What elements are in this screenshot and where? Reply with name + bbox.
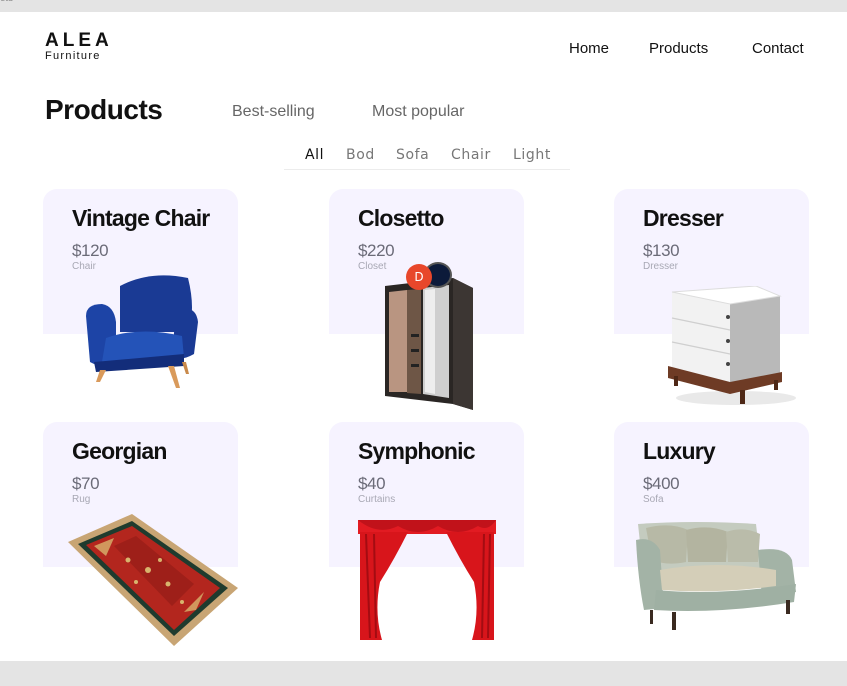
armchair-icon[interactable] (80, 270, 200, 394)
product-price: $120 (72, 241, 109, 260)
filter-bod[interactable]: Bod (346, 147, 375, 163)
product-category: Curtains (358, 494, 396, 505)
window-top-strip: cts (0, 0, 847, 12)
product-category: Rug (72, 494, 91, 505)
window-bottom-strip (0, 661, 847, 686)
user-avatar-overlay[interactable]: D (406, 262, 456, 290)
brand-logo[interactable]: ALEA Furniture (45, 31, 113, 62)
nav-home-link[interactable]: Home (569, 40, 609, 57)
product-name: Symphonic (358, 438, 476, 464)
category-filter-bar: All Bod Sofa Chair Light (284, 146, 570, 170)
product-price: $220 (358, 241, 395, 260)
rug-icon[interactable] (64, 512, 240, 648)
filter-all[interactable]: All (305, 147, 324, 163)
page: ALEA Furniture Home Products Contact Pro… (0, 12, 847, 661)
product-price: $400 (643, 474, 680, 493)
filter-chair[interactable]: Chair (451, 147, 491, 163)
curtains-icon[interactable] (358, 520, 496, 642)
product-name: Dresser (643, 205, 724, 231)
brand-name: ALEA (45, 30, 113, 51)
product-name: Closetto (358, 205, 444, 231)
tab-most-popular[interactable]: Most popular (372, 103, 465, 121)
brand-tagline: Furniture (45, 50, 101, 62)
product-name: Vintage Chair (72, 205, 210, 231)
window-top-text: cts (0, 0, 13, 4)
product-category: Sofa (643, 494, 664, 505)
sofa-icon[interactable] (636, 520, 800, 632)
product-category: Dresser (643, 261, 679, 272)
wardrobe-icon[interactable] (383, 274, 475, 412)
product-name: Luxury (643, 438, 716, 464)
product-name: Georgian (72, 438, 167, 464)
nav-products-link[interactable]: Products (649, 40, 708, 57)
product-price: $40 (358, 474, 386, 493)
tab-best-selling[interactable]: Best-selling (232, 103, 315, 121)
avatar[interactable]: D (406, 264, 432, 290)
dresser-icon[interactable] (666, 286, 806, 408)
product-category: Closet (358, 261, 387, 272)
product-price: $130 (643, 241, 680, 260)
nav-contact-link[interactable]: Contact (752, 40, 804, 57)
filter-light[interactable]: Light (513, 147, 551, 163)
page-title: Products (45, 94, 163, 125)
filter-sofa[interactable]: Sofa (396, 147, 429, 163)
product-price: $70 (72, 474, 100, 493)
